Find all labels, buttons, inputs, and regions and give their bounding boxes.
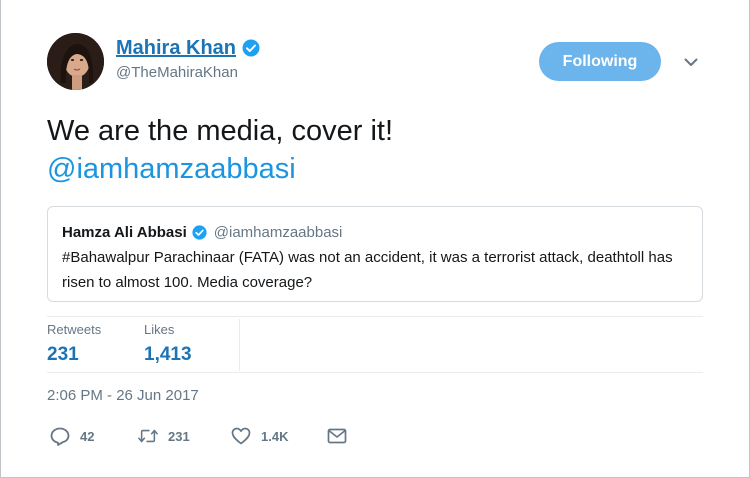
divider (47, 372, 703, 373)
divider (47, 316, 703, 317)
retweet-action[interactable]: 231 (138, 426, 231, 446)
tweet-timestamp[interactable]: 2:06 PM - 26 Jun 2017 (47, 387, 199, 404)
reply-count: 42 (80, 428, 95, 444)
tweet-actions: 42 231 1.4K (50, 424, 347, 448)
quoted-author-handle: @iamhamzaabbasi (213, 223, 343, 241)
message-action[interactable] (327, 426, 347, 446)
retweet-icon[interactable] (138, 426, 158, 446)
author-block: Mahira Khan @TheMahiraKhan (116, 36, 260, 81)
author-name-row: Mahira Khan (116, 36, 260, 60)
reply-action[interactable]: 42 (50, 426, 138, 446)
tweet-mention-link[interactable]: @iamhamzaabbasi (47, 150, 707, 188)
quoted-tweet[interactable]: Hamza Ali Abbasi @iamhamzaabbasi #Bahawa… (47, 206, 703, 302)
retweets-label: Retweets (47, 322, 102, 337)
chevron-down-icon[interactable] (681, 52, 701, 72)
tweet-body: We are the media, cover it! (47, 115, 394, 147)
heart-icon[interactable] (231, 426, 251, 446)
author-name[interactable]: Mahira Khan (116, 37, 236, 60)
envelope-icon[interactable] (327, 426, 347, 446)
author-handle[interactable]: @TheMahiraKhan (116, 64, 260, 81)
verified-badge-icon (192, 224, 207, 240)
stats-separator (239, 319, 240, 371)
quoted-tweet-text: #Bahawalpur Parachinaar (FATA) was not a… (62, 249, 673, 291)
quoted-author-name: Hamza Ali Abbasi (62, 223, 187, 241)
verified-badge-icon (242, 39, 260, 57)
like-count: 1.4K (261, 428, 289, 444)
likes-stat[interactable]: Likes 1,413 (144, 322, 240, 372)
reply-icon[interactable] (50, 426, 70, 446)
likes-label: Likes (144, 322, 175, 337)
following-button[interactable]: Following (539, 42, 661, 81)
likes-count: 1,413 (144, 344, 192, 365)
quoted-tweet-header: Hamza Ali Abbasi @iamhamzaabbasi (62, 221, 688, 243)
author-avatar[interactable] (47, 33, 104, 90)
avatar-image (47, 33, 104, 90)
retweets-stat[interactable]: Retweets 231 (47, 322, 144, 372)
like-action[interactable]: 1.4K (231, 426, 327, 446)
tweet-text: We are the media, cover it! @iamhamzaabb… (47, 112, 707, 188)
tweet-stats: Retweets 231 Likes 1,413 (47, 322, 240, 372)
retweets-count: 231 (47, 344, 79, 365)
retweet-count: 231 (168, 428, 190, 444)
